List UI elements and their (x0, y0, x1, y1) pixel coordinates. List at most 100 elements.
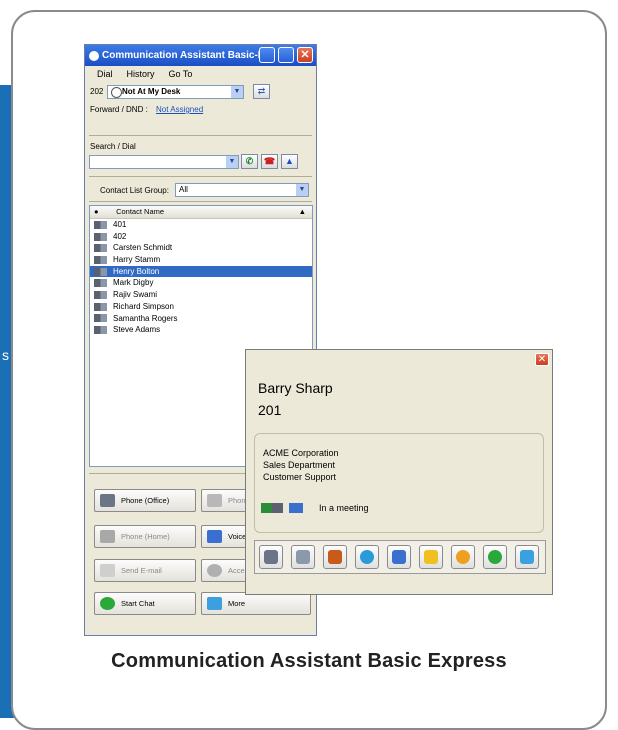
contact-company: ACME Corporation (263, 448, 339, 458)
list-item[interactable]: Mark Digby (90, 277, 312, 289)
divider (89, 135, 312, 136)
list-item[interactable]: Richard Simpson (90, 301, 312, 313)
list-item[interactable]: 402 (90, 231, 312, 243)
voicemail-action[interactable] (387, 545, 411, 569)
dial-button[interactable]: ✆ (241, 154, 258, 169)
sort-arrow-icon: ▲ (298, 207, 306, 216)
contact-details: ACME Corporation Sales Department Custom… (254, 433, 544, 533)
window-title: Communication Assistant Basic-E... (102, 50, 273, 61)
contact-department: Sales Department (263, 460, 336, 470)
mobile-phone-icon (296, 550, 310, 564)
chat-icon (100, 597, 115, 610)
clock-icon (111, 87, 122, 98)
desk-phone-icon (100, 494, 115, 507)
phone-office-button[interactable]: Phone (Office) (94, 489, 196, 512)
contact-status-icon (94, 326, 107, 335)
hangup-button[interactable]: ☎ (261, 154, 278, 169)
list-item[interactable]: 401 (90, 219, 312, 231)
divider (89, 176, 312, 177)
minimize-button[interactable] (259, 47, 275, 63)
menu-dial[interactable]: Dial (97, 69, 113, 79)
voicemail-icon (207, 530, 222, 543)
contact-action[interactable] (355, 545, 379, 569)
list-item-selected[interactable]: Henry Bolton (90, 265, 312, 278)
presence-status-icon (261, 503, 283, 513)
close-button[interactable]: ✕ (297, 47, 313, 63)
home-icon (328, 550, 342, 564)
contact-status-icon (94, 244, 107, 253)
extension-number: 202 (90, 87, 104, 96)
list-header[interactable]: ● Contact Name ▲ (90, 206, 312, 219)
contact-group-dropdown[interactable]: All ▼ (175, 183, 309, 197)
presence-text: In a meeting (319, 503, 369, 513)
contact-extension: 201 (258, 402, 282, 418)
forward-label: Forward / DND : (90, 105, 148, 114)
more-action[interactable] (515, 545, 539, 569)
access-action[interactable] (451, 545, 475, 569)
app-icon (89, 50, 99, 61)
phone-office-action[interactable] (259, 545, 283, 569)
more-button[interactable]: More (201, 592, 311, 615)
list-item[interactable]: Rajiv Swami (90, 289, 312, 301)
contact-status-icon (94, 255, 107, 264)
forward-link[interactable]: Not Assigned (156, 105, 203, 114)
email-icon (100, 564, 115, 577)
contact-role: Customer Support (263, 472, 337, 482)
contact-group-label: Contact List Group: (100, 186, 169, 195)
list-item[interactable]: Samantha Rogers (90, 313, 312, 325)
list-item[interactable]: Harry Stamm (90, 254, 312, 266)
chat-action[interactable] (483, 545, 507, 569)
contact-status-icon (94, 267, 107, 276)
chat-icon (488, 550, 502, 564)
menu-bar: Dial History Go To (85, 66, 316, 82)
email-action[interactable] (419, 545, 443, 569)
start-chat-button[interactable]: Start Chat (94, 592, 196, 615)
email-icon (424, 550, 438, 564)
list-header-label: Contact Name (116, 207, 165, 216)
phone-home-button[interactable]: Phone (Home) (94, 525, 196, 548)
action-toolbar (254, 540, 546, 574)
mobile-phone-icon (207, 494, 222, 507)
search-input[interactable]: ▼ (89, 155, 239, 169)
voicemail-icon (392, 550, 406, 564)
contact-status-icon (94, 314, 107, 323)
contact-name: Barry Sharp (258, 380, 333, 396)
more-icon (520, 550, 534, 564)
contact-popup: ✕ Barry Sharp 201 ACME Corporation Sales… (245, 349, 553, 595)
phone-home-action[interactable] (323, 545, 347, 569)
list-item[interactable]: Steve Adams (90, 324, 312, 336)
side-glyph: s (2, 347, 9, 363)
contact-icon (360, 550, 374, 564)
send-email-button[interactable]: Send E-mail (94, 559, 196, 582)
contact-group-value: All (179, 185, 188, 194)
more-icon (207, 597, 222, 610)
expand-button[interactable]: ▲ (281, 154, 298, 169)
status-value: Not At My Desk (122, 87, 181, 96)
popup-close-button[interactable]: ✕ (535, 353, 549, 366)
title-bar: Communication Assistant Basic-E... ✕ (85, 45, 316, 66)
access-icon (456, 550, 470, 564)
contact-status-icon (94, 302, 107, 311)
chevron-down-icon: ▼ (296, 184, 308, 196)
maximize-button[interactable] (278, 47, 294, 63)
contact-status-icon (94, 291, 107, 300)
status-settings-button[interactable]: ⇄ (253, 84, 270, 99)
menu-history[interactable]: History (127, 69, 155, 79)
menu-goto[interactable]: Go To (169, 69, 193, 79)
contact-status-icon (94, 232, 107, 241)
desk-phone-icon (264, 550, 278, 564)
voicemail-icon (289, 503, 303, 513)
chevron-down-icon: ▼ (231, 86, 243, 98)
status-dropdown[interactable]: Not At My Desk ▼ (107, 85, 244, 99)
phone-mobile-action[interactable] (291, 545, 315, 569)
contact-status-icon (94, 279, 107, 288)
product-caption: Communication Assistant Basic Express (111, 650, 507, 672)
search-label: Search / Dial (90, 142, 136, 151)
contact-status-icon (94, 220, 107, 229)
chevron-down-icon: ▼ (226, 156, 238, 168)
list-item[interactable]: Carsten Schmidt (90, 242, 312, 254)
status-column-icon: ● (94, 207, 99, 216)
access-icon (207, 564, 222, 577)
home-icon (100, 530, 115, 543)
divider (89, 201, 312, 202)
